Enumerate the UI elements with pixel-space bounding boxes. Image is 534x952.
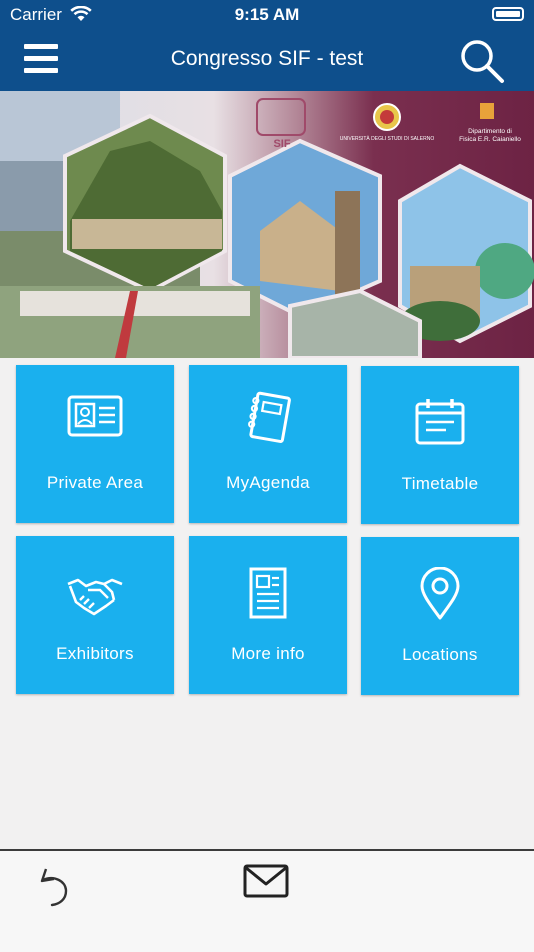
tile-label: Timetable [401, 474, 479, 493]
clock: 9:15 AM [234, 5, 300, 24]
page-title: Congresso SIF - test [170, 47, 364, 70]
mail-icon[interactable] [243, 864, 289, 898]
location-pin-icon [420, 566, 460, 620]
bottom-toolbar [0, 849, 534, 952]
battery-icon [492, 7, 524, 21]
department-logo: Dipartimento di Fisica E.R. Caianiello [459, 103, 521, 143]
calendar-icon [415, 399, 465, 445]
exhibitors-tile[interactable]: Exhibitors [16, 536, 174, 694]
more-info-tile[interactable]: More info [189, 536, 347, 694]
myagenda-tile[interactable]: MyAgenda [189, 365, 347, 523]
svg-text:UNIVERSITÀ DEGLI STUDI DI SALE: UNIVERSITÀ DEGLI STUDI DI SALERNO [340, 135, 435, 142]
locations-tile[interactable]: Locations [361, 537, 519, 695]
svg-text:Dipartimento di: Dipartimento di [468, 128, 512, 135]
svg-text:Fisica E.R. Caianiello: Fisica E.R. Caianiello [459, 136, 521, 143]
svg-text:SIF: SIF [273, 138, 290, 150]
status-bar: Carrier 9:15 AM [0, 0, 534, 30]
document-icon [249, 567, 287, 619]
notebook-icon [248, 391, 291, 443]
private-area-tile[interactable]: Private Area [16, 365, 174, 523]
tile-label: MyAgenda [226, 473, 310, 492]
handshake-icon [67, 578, 123, 616]
tile-label: Private Area [46, 473, 144, 492]
nav-bar: Congresso SIF - test [0, 30, 534, 91]
back-arrow-icon[interactable] [36, 863, 72, 907]
timetable-tile[interactable]: Timetable [361, 366, 519, 524]
tile-label: Exhibitors [56, 644, 134, 663]
search-icon[interactable] [458, 38, 506, 84]
tile-label: More info [231, 644, 305, 663]
id-card-icon [67, 395, 123, 437]
university-logo: UNIVERSITÀ DEGLI STUDI DI SALERNO [340, 103, 435, 142]
conference-banner: SIF UNIVERSITÀ DEGLI STUDI DI SALERNO Di… [0, 91, 534, 358]
tile-label: Locations [402, 645, 478, 664]
